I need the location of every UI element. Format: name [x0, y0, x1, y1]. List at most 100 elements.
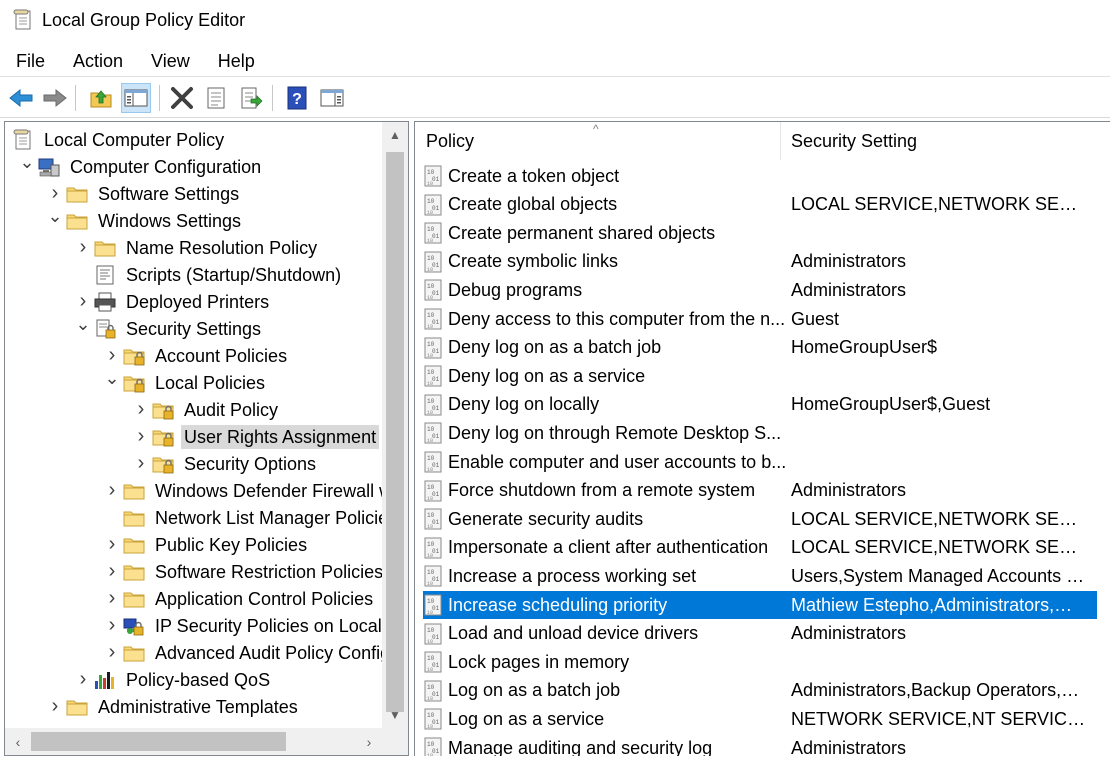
policy-setting-icon: 100110	[424, 737, 442, 756]
chevron-right-icon[interactable]: ›	[73, 668, 93, 690]
tree-item-windows-settings[interactable]: ⌄ Windows Settings	[45, 206, 244, 234]
chevron-right-icon[interactable]: ›	[131, 452, 151, 474]
chevron-right-icon[interactable]: ›	[73, 236, 93, 258]
tree-item-administrative-templates[interactable]: › Administrative Templates	[45, 693, 301, 720]
policy-row[interactable]: 10 01 10 Force shutdown from a remote syste…	[423, 477, 1097, 505]
policy-row[interactable]: 10 01 10 Log on as a service NETWORK SERVICE…	[423, 705, 1097, 733]
tree-item-user-rights-assignment[interactable]: › User Rights Assignment	[131, 423, 380, 450]
tree-item-advanced-audit-policy-config[interactable]: › Advanced Audit Policy Config	[102, 639, 393, 666]
toolbar: ?	[0, 76, 1110, 118]
tree-item-security-options[interactable]: › Security Options	[131, 450, 319, 477]
policy-row[interactable]: 10 01 10 Deny access to this computer from …	[423, 305, 1097, 333]
scroll-thumb[interactable]	[31, 732, 286, 751]
policy-row[interactable]: 10 01 10 Create permanent shared objects	[423, 219, 1097, 247]
chevron-right-icon[interactable]: ›	[73, 290, 93, 312]
svg-text:01: 01	[432, 290, 440, 297]
policy-row[interactable]: 10 01 10 Impersonate a client after authent…	[423, 534, 1097, 562]
menu-action[interactable]: Action	[57, 48, 135, 74]
chevron-down-icon[interactable]: ⌄	[73, 314, 93, 335]
help-button[interactable]: ?	[282, 83, 312, 113]
policy-row[interactable]: 10 01 10 Deny log on locally HomeGroupUser$,…	[423, 391, 1097, 419]
menu-help[interactable]: Help	[202, 48, 267, 74]
policy-row[interactable]: 10 01 10 Create global objects LOCAL SERVICE…	[423, 191, 1097, 219]
tree-item-network-list-manager-policie[interactable]: Network List Manager Policie	[102, 504, 391, 531]
policy-row[interactable]: 10 01 10 Generate security audits LOCAL SERV…	[423, 505, 1097, 533]
delete-button[interactable]	[167, 83, 197, 113]
chevron-right-icon[interactable]: ›	[102, 614, 122, 636]
chevron-right-icon[interactable]: ›	[102, 560, 122, 582]
scroll-left-icon[interactable]: ‹	[5, 728, 31, 755]
policy-row[interactable]: 10 01 10 Log on as a batch job Administrator…	[423, 677, 1097, 705]
up-one-level-button[interactable]	[86, 83, 116, 113]
chevron-right-icon[interactable]: ›	[102, 344, 122, 366]
policy-row[interactable]: 10 01 10 Deny log on as a batch job HomeGrou…	[423, 334, 1097, 362]
policy-row[interactable]: 10 01 10 Debug programs Administrators	[423, 276, 1097, 304]
forward-button[interactable]	[40, 83, 70, 113]
tree-item-computer-configuration[interactable]: ⌄ Computer Configuration	[17, 152, 264, 180]
show-hide-action-pane-button[interactable]	[317, 83, 347, 113]
chevron-right-icon[interactable]: ›	[45, 182, 65, 204]
scroll-down-icon[interactable]: ▼	[382, 702, 408, 728]
svg-text:10: 10	[427, 712, 435, 719]
chevron-right-icon[interactable]: ›	[102, 641, 122, 663]
policy-row[interactable]: 10 01 10 Enable computer and user accounts …	[423, 448, 1097, 476]
policy-row[interactable]: 10 01 10 Deny log on as a service	[423, 362, 1097, 390]
chevron-down-icon[interactable]: ⌄	[45, 206, 65, 227]
tree-item-local-computer-policy[interactable]: Local Computer Policy	[7, 126, 227, 153]
tree-item-public-key-policies[interactable]: › Public Key Policies	[102, 531, 310, 558]
svg-text:10: 10	[427, 426, 435, 433]
chevron-right-icon[interactable]: ›	[131, 425, 151, 447]
policy-row[interactable]: 10 01 10 Manage auditing and security log Ad…	[423, 734, 1097, 756]
column-header-policy[interactable]: Policy	[415, 122, 781, 160]
chevron-down-icon[interactable]: ⌄	[17, 152, 37, 173]
chevron-right-icon[interactable]: ›	[102, 533, 122, 555]
policy-row[interactable]: 10 01 10 Lock pages in memory	[423, 648, 1097, 676]
show-hide-console-tree-button[interactable]	[121, 83, 151, 113]
svg-text:10: 10	[427, 598, 435, 605]
tree-item-label: Audit Policy	[184, 399, 279, 420]
tree-item-software-settings[interactable]: › Software Settings	[45, 180, 242, 207]
chevron-right-icon[interactable]: ›	[45, 695, 65, 717]
policy-row[interactable]: 10 01 10 Create a token object	[423, 162, 1097, 190]
tree-item-local-policies[interactable]: ⌄ Local Policies	[102, 368, 268, 396]
tree-horizontal-scrollbar[interactable]: ‹ ›	[5, 728, 408, 755]
chevron-right-icon[interactable]: ›	[102, 479, 122, 501]
script-icon	[93, 264, 117, 286]
back-button[interactable]	[6, 83, 36, 113]
properties-button[interactable]	[201, 83, 231, 113]
scroll-thumb[interactable]	[386, 152, 404, 712]
tree-item-account-policies[interactable]: › Account Policies	[102, 342, 290, 369]
export-list-button[interactable]	[236, 83, 266, 113]
details-pane[interactable]: ^ Policy Security Setting 10 01 10 Create a…	[414, 121, 1110, 756]
tree-item-application-control-policies[interactable]: › Application Control Policies	[102, 585, 376, 612]
tree-item-security-settings[interactable]: ⌄ Security Settings	[73, 314, 264, 342]
tree-item-deployed-printers[interactable]: › Deployed Printers	[73, 288, 272, 315]
tree-vertical-scrollbar[interactable]: ▲ ▼	[382, 122, 408, 728]
policy-row[interactable]: 10 01 10 Increase a process working set User…	[423, 562, 1097, 590]
chevron-down-icon[interactable]: ⌄	[102, 368, 122, 389]
menu-view[interactable]: View	[135, 48, 202, 74]
column-header-security-setting[interactable]: Security Setting	[781, 122, 1110, 160]
folder-icon	[122, 561, 146, 583]
policy-row[interactable]: 10 01 10 Deny log on through Remote Desktop…	[423, 419, 1097, 447]
scroll-right-icon[interactable]: ›	[356, 728, 382, 755]
policy-row[interactable]: 10 01 10 Load and unload device drivers Admi…	[423, 620, 1097, 648]
svg-text:10: 10	[427, 684, 435, 691]
policy-setting-icon: 100110	[424, 708, 442, 730]
policy-row[interactable]: 10 01 10 Increase scheduling priority Mathie…	[423, 591, 1097, 619]
svg-text:10: 10	[427, 381, 433, 387]
chevron-right-icon[interactable]: ›	[102, 587, 122, 609]
tree-item-ip-security-policies-on-local-c[interactable]: › IP Security Policies on Local C	[102, 612, 403, 639]
console-tree[interactable]: Local Computer Policy ⌄ Computer Configura…	[4, 121, 409, 756]
chevron-right-icon[interactable]: ›	[131, 398, 151, 420]
policy-setting-icon: 100110	[424, 680, 442, 702]
menu-file[interactable]: File	[0, 48, 57, 74]
scroll-up-icon[interactable]: ▲	[382, 122, 408, 148]
tree-item-software-restriction-policies[interactable]: › Software Restriction Policies	[102, 558, 386, 585]
tree-item-policy-based-qos[interactable]: › Policy-based QoS	[73, 666, 273, 693]
policy-row[interactable]: 10 01 10 Create symbolic links Administrator…	[423, 248, 1097, 276]
tree-item-audit-policy[interactable]: › Audit Policy	[131, 396, 281, 423]
tree-item-name-resolution-policy[interactable]: › Name Resolution Policy	[73, 234, 320, 261]
tree-item-scripts-startup-shutdown[interactable]: Scripts (Startup/Shutdown)	[73, 261, 344, 288]
tree-item-windows-defender-firewall-w[interactable]: › Windows Defender Firewall w	[102, 477, 395, 504]
